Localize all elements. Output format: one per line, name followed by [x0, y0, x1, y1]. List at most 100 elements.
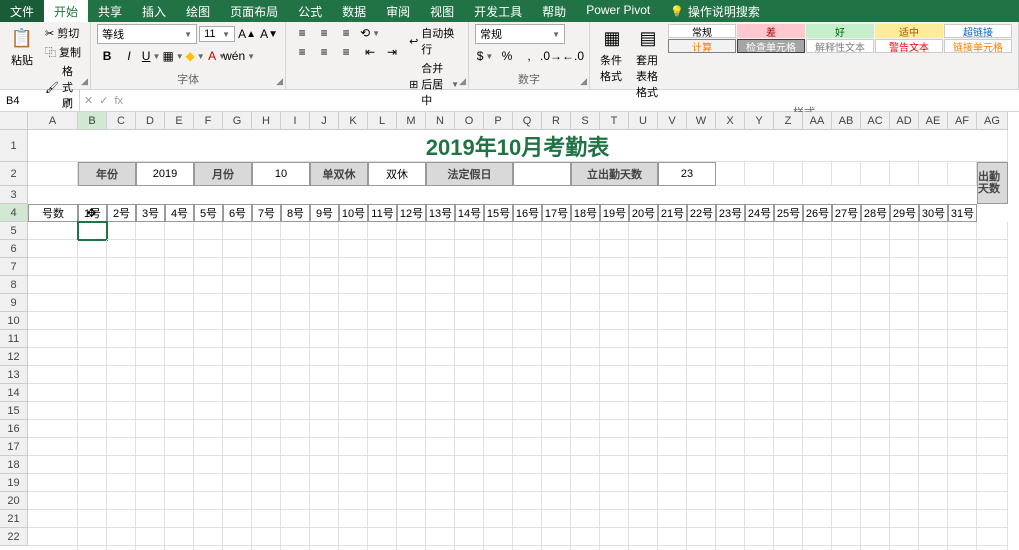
row-header[interactable]: 17 — [0, 438, 28, 456]
cell[interactable] — [426, 222, 455, 240]
cell[interactable] — [107, 258, 136, 276]
cell[interactable] — [832, 162, 861, 186]
cell[interactable] — [977, 384, 1008, 402]
cell[interactable] — [194, 348, 223, 366]
cell[interactable] — [252, 402, 281, 420]
row-header[interactable]: 22 — [0, 528, 28, 546]
cell[interactable] — [861, 528, 890, 546]
cell[interactable] — [774, 510, 803, 528]
cell[interactable] — [571, 420, 600, 438]
cell[interactable] — [28, 402, 78, 420]
cell[interactable] — [948, 456, 977, 474]
col-header[interactable]: J — [310, 112, 339, 130]
cell[interactable] — [977, 546, 1008, 550]
cell[interactable] — [484, 294, 513, 312]
row-header[interactable]: 6 — [0, 240, 28, 258]
cell[interactable]: 1号 — [78, 204, 107, 222]
cell[interactable] — [426, 528, 455, 546]
cell[interactable] — [223, 420, 252, 438]
cell[interactable] — [310, 492, 339, 510]
cell[interactable]: 16号 — [513, 204, 542, 222]
cell[interactable] — [165, 348, 194, 366]
cell[interactable] — [977, 240, 1008, 258]
cell[interactable] — [339, 348, 368, 366]
row-header[interactable]: 21 — [0, 510, 28, 528]
style-item[interactable]: 解释性文本 — [806, 39, 874, 53]
cell[interactable]: 20号 — [629, 204, 658, 222]
cell[interactable] — [368, 492, 397, 510]
cell[interactable] — [78, 312, 107, 330]
cell[interactable] — [78, 474, 107, 492]
cell[interactable] — [716, 528, 745, 546]
cell[interactable] — [397, 258, 426, 276]
cell[interactable] — [571, 330, 600, 348]
cell[interactable] — [658, 528, 687, 546]
cell[interactable] — [948, 294, 977, 312]
cell[interactable] — [426, 348, 455, 366]
cell[interactable] — [223, 528, 252, 546]
cell[interactable] — [542, 456, 571, 474]
cell[interactable] — [368, 438, 397, 456]
cell[interactable]: 3号 — [136, 204, 165, 222]
cell[interactable] — [513, 474, 542, 492]
cell[interactable] — [194, 528, 223, 546]
cell[interactable] — [397, 402, 426, 420]
cell[interactable] — [861, 384, 890, 402]
col-header[interactable]: A — [28, 112, 78, 130]
cell[interactable] — [542, 276, 571, 294]
cell[interactable] — [252, 438, 281, 456]
cell[interactable] — [252, 312, 281, 330]
cell[interactable] — [368, 312, 397, 330]
cell[interactable] — [571, 366, 600, 384]
cell[interactable] — [165, 384, 194, 402]
cell[interactable] — [339, 546, 368, 550]
cell[interactable] — [78, 222, 107, 240]
cell[interactable] — [919, 546, 948, 550]
cell[interactable]: 31号 — [948, 204, 977, 222]
cell[interactable] — [803, 438, 832, 456]
cell[interactable] — [542, 420, 571, 438]
cell[interactable] — [107, 402, 136, 420]
row-headers[interactable]: 12345678910111213141516171819202122 — [0, 130, 28, 546]
cell[interactable] — [252, 528, 281, 546]
col-header[interactable]: L — [368, 112, 397, 130]
cell[interactable] — [484, 330, 513, 348]
cell[interactable] — [194, 384, 223, 402]
cell[interactable] — [600, 348, 629, 366]
cell[interactable] — [28, 258, 78, 276]
column-headers[interactable]: ABCDEFGHIJKLMNOPQRSTUVWXYZAAABACADAEAFAG — [28, 112, 1008, 130]
cell[interactable] — [948, 420, 977, 438]
cell[interactable] — [832, 384, 861, 402]
cell[interactable] — [339, 276, 368, 294]
cell[interactable] — [629, 330, 658, 348]
conditional-format-button[interactable]: ▦ 条件格式 — [596, 24, 628, 86]
cell[interactable] — [745, 420, 774, 438]
cell[interactable] — [281, 402, 310, 420]
cell[interactable] — [165, 294, 194, 312]
cell[interactable] — [455, 240, 484, 258]
cell[interactable] — [252, 276, 281, 294]
format-as-table-button[interactable]: ▤ 套用表格格式 — [632, 24, 664, 102]
cell[interactable]: 15号 — [484, 204, 513, 222]
row-header[interactable]: 14 — [0, 384, 28, 402]
cell[interactable] — [310, 276, 339, 294]
cell[interactable] — [426, 474, 455, 492]
increase-decimal-button[interactable]: .0→ — [541, 47, 561, 65]
cell[interactable] — [310, 510, 339, 528]
cell[interactable] — [542, 222, 571, 240]
cell[interactable] — [658, 492, 687, 510]
cell[interactable] — [107, 366, 136, 384]
cell[interactable] — [832, 258, 861, 276]
cell[interactable] — [194, 222, 223, 240]
cell[interactable] — [136, 330, 165, 348]
cell[interactable] — [513, 330, 542, 348]
cell[interactable] — [107, 420, 136, 438]
cell[interactable] — [977, 258, 1008, 276]
cell[interactable] — [28, 492, 78, 510]
cell[interactable] — [426, 294, 455, 312]
cell[interactable] — [78, 528, 107, 546]
cell[interactable] — [832, 546, 861, 550]
cell[interactable] — [28, 348, 78, 366]
font-name-combo[interactable]: 等线▼ — [97, 24, 197, 44]
cell[interactable] — [513, 456, 542, 474]
